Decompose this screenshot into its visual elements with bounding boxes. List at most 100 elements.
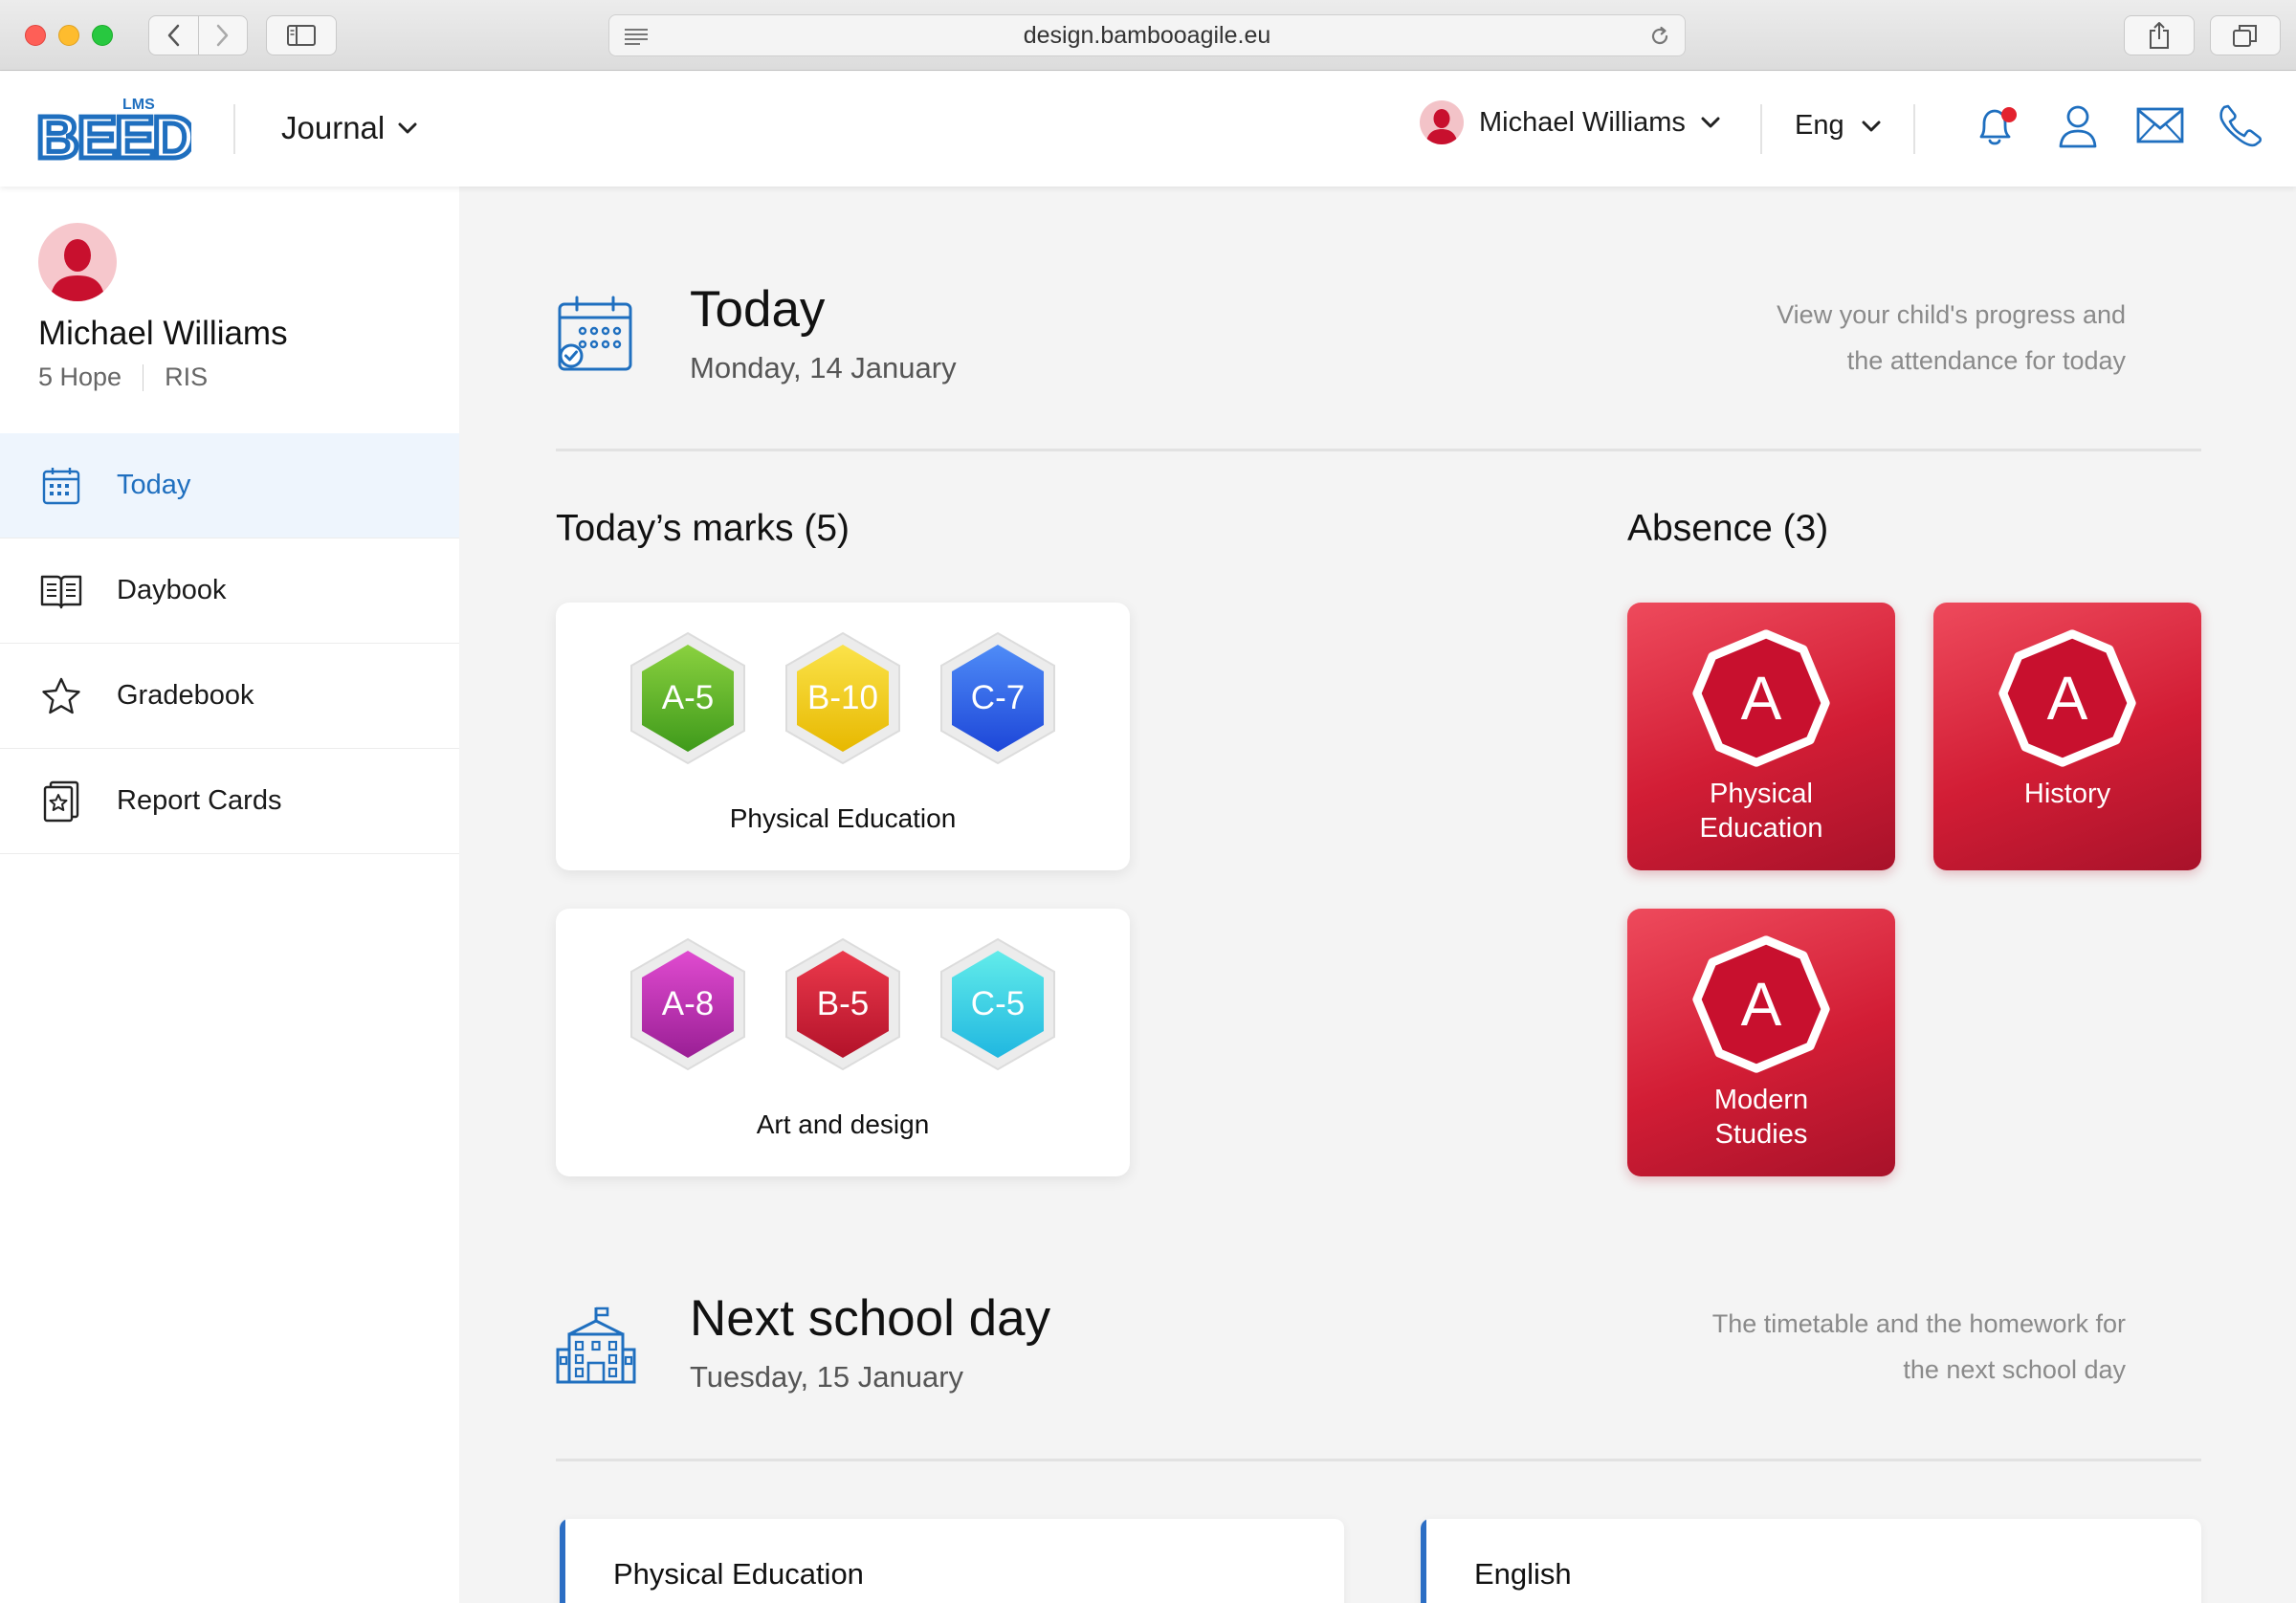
subject-line: Education (1699, 813, 1823, 844)
sidebar-item-label: Daybook (117, 575, 227, 605)
lesson-card[interactable]: English (1421, 1519, 2201, 1603)
beed-logo[interactable]: BEED (36, 97, 191, 166)
avatar (1420, 100, 1464, 144)
sidebar-item-label: Report Cards (117, 785, 282, 816)
lesson-card[interactable]: Physical Education (560, 1519, 1344, 1603)
chevron-down-icon (1862, 121, 1881, 131)
address-bar[interactable]: design.bambooagile.eu (608, 14, 1686, 56)
bell-icon (1979, 107, 2017, 145)
today-title: Today (690, 281, 826, 338)
chevron-right-icon (216, 24, 228, 47)
mark-list: A-8 B-5 C-5 (556, 937, 1130, 1071)
chevron-down-icon (1701, 117, 1720, 128)
user-silhouette-icon (1425, 109, 1458, 144)
browser-toolbar: design.bambooagile.eu (0, 0, 2296, 71)
sidebar-nav: Today Daybook Gradebook Report Cards (0, 433, 459, 854)
tabs-icon (2233, 25, 2257, 47)
back-button[interactable] (149, 16, 198, 55)
calendar-icon (40, 465, 82, 507)
messages-button[interactable] (2135, 100, 2185, 150)
module-switcher[interactable]: Journal (281, 110, 417, 146)
marks-card: A-8 B-5 C-5 Art and design (556, 909, 1130, 1176)
mark-badge[interactable]: C-5 (938, 937, 1058, 1071)
subject-line: Studies (1714, 1119, 1808, 1150)
share-icon (2150, 22, 2169, 49)
marks-subject: Art and design (756, 1109, 930, 1139)
chevron-down-icon (398, 122, 417, 134)
header-divider (1760, 104, 1762, 154)
description-line: View your child's progress and (1777, 300, 2126, 329)
marks-title: Today’s marks (5) (556, 508, 850, 549)
sidebar-item-today[interactable]: Today (0, 433, 459, 538)
marks-card: A-5 B-10 C-7 Physical Education (556, 603, 1130, 870)
chevron-left-icon (168, 24, 180, 47)
description-line: the next school day (1903, 1355, 2126, 1384)
today-date: Monday, 14 January (690, 351, 957, 384)
mark-badge[interactable]: B-10 (783, 631, 903, 765)
absence-subject: Physical Education (1627, 777, 1895, 845)
header-divider (233, 104, 235, 154)
sidebar-item-report-cards[interactable]: Report Cards (0, 749, 459, 854)
subject-line: Physical (1710, 779, 1813, 809)
profile-school: RIS (165, 362, 209, 391)
user-silhouette-icon (50, 239, 105, 301)
reload-icon[interactable] (1648, 25, 1671, 48)
window-close-button[interactable] (25, 25, 46, 46)
marks-subject: Physical Education (729, 803, 957, 833)
window-zoom-button[interactable] (92, 25, 113, 46)
school-building-icon (556, 1307, 636, 1384)
call-button[interactable] (2216, 100, 2265, 150)
mark-label: A-5 (661, 679, 715, 716)
lesson-accent-bar (560, 1519, 565, 1603)
mark-list: A-5 B-10 C-7 (556, 631, 1130, 765)
reader-icon[interactable] (623, 27, 650, 46)
sidebar-item-gradebook[interactable]: Gradebook (0, 644, 459, 749)
phone-icon (2219, 104, 2263, 147)
mark-badge[interactable]: C-7 (938, 631, 1058, 765)
meta-divider (143, 363, 144, 391)
profile-name: Michael Williams (38, 315, 288, 352)
section-divider (556, 1459, 2201, 1461)
sidebar-item-daybook[interactable]: Daybook (0, 538, 459, 644)
absence-letter: A (2046, 664, 2088, 733)
today-description: View your child's progress and the atten… (1777, 292, 2126, 384)
absence-card[interactable]: A History (1933, 603, 2201, 870)
sidebar-toggle-button[interactable] (266, 15, 337, 55)
lesson-accent-bar (1421, 1519, 1426, 1603)
user-icon (2059, 105, 2097, 148)
mark-badge[interactable]: A-8 (628, 937, 748, 1071)
profile-meta: 5 Hope RIS (38, 362, 208, 392)
calendar-check-icon (558, 296, 632, 371)
header-divider (1913, 104, 1915, 154)
description-line: The timetable and the homework for (1711, 1309, 2126, 1338)
window-minimize-button[interactable] (58, 25, 79, 46)
language-selector[interactable]: Eng (1795, 110, 1881, 142)
tabs-overview-button[interactable] (2210, 15, 2281, 55)
absence-card[interactable]: A Modern Studies (1627, 909, 1895, 1176)
profile-button[interactable] (2053, 100, 2103, 150)
notifications-button[interactable] (1971, 100, 2020, 150)
app-header: BEED LMS Journal Michael Williams Eng (0, 72, 2296, 187)
mark-label: B-5 (816, 985, 870, 1022)
sidebar-item-label: Today (117, 470, 191, 500)
sidebar-item-label: Gradebook (117, 680, 254, 711)
mark-label: A-8 (661, 985, 715, 1022)
share-button[interactable] (2124, 15, 2195, 55)
mail-icon (2136, 107, 2184, 143)
forward-button[interactable] (197, 16, 248, 55)
svg-text:BEED: BEED (36, 105, 191, 165)
mark-label: C-7 (970, 679, 1026, 716)
logo-lms-badge: LMS (122, 97, 155, 113)
lesson-title: Physical Education (613, 1557, 864, 1591)
user-menu[interactable]: Michael Williams (1420, 100, 1720, 144)
report-card-icon (40, 780, 82, 823)
language-label: Eng (1795, 110, 1844, 141)
mark-badge[interactable]: B-5 (783, 937, 903, 1071)
star-icon (40, 675, 82, 717)
absence-subject: History (1933, 777, 2201, 811)
absence-card[interactable]: A Physical Education (1627, 603, 1895, 870)
profile-avatar[interactable] (38, 223, 117, 301)
mark-badge[interactable]: A-5 (628, 631, 748, 765)
main-content: Today Monday, 14 January View your child… (459, 187, 2296, 1603)
profile-class: 5 Hope (38, 362, 122, 391)
